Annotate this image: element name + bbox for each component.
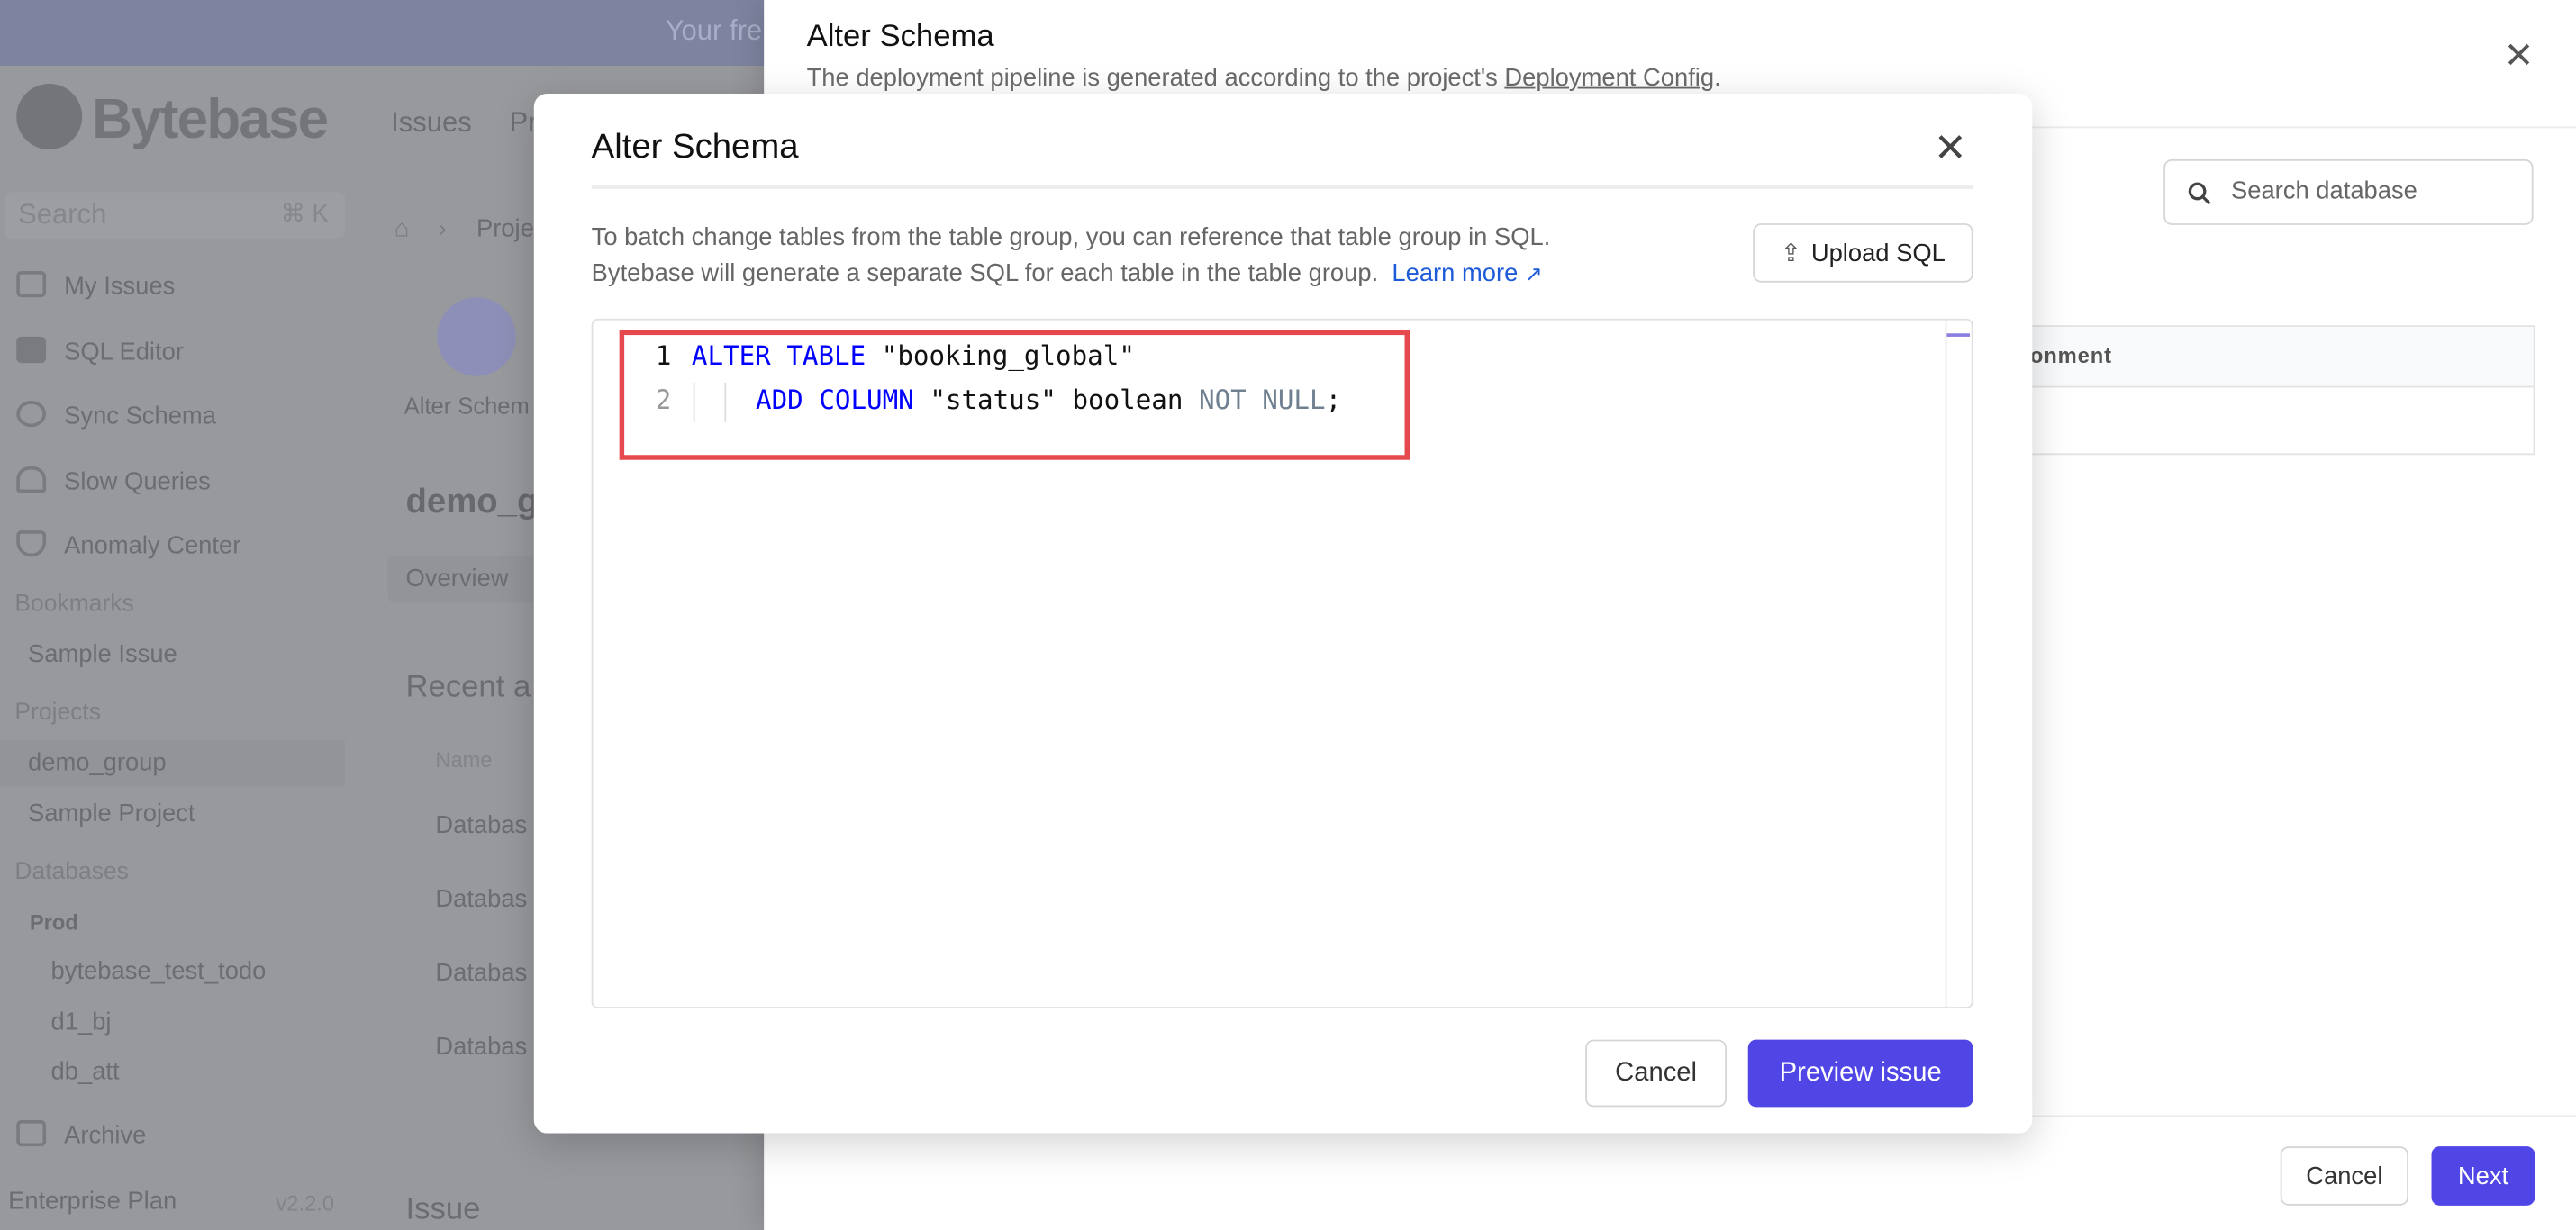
project-title: demo_g [405, 483, 539, 521]
drawer-close-icon[interactable]: ✕ [2504, 34, 2535, 77]
label: SQL Editor [64, 338, 184, 366]
search-icon [2188, 182, 2211, 205]
alter-schema-modal: Alter Schema ✕ To batch change tables fr… [533, 93, 2033, 1134]
sidebar-item-archive[interactable]: Archive [16, 1120, 147, 1150]
archive-icon [16, 1120, 47, 1147]
sidebar-item-my-issues[interactable]: My Issues [16, 271, 176, 301]
sql-text: "booking_global" [866, 339, 1135, 372]
table-row[interactable]: Databas [435, 959, 527, 987]
table-row[interactable]: Databas [435, 811, 527, 839]
tab-label: Overview [405, 565, 509, 593]
line-number: 2 [655, 384, 672, 416]
description-line: Bytebase will generate a separate SQL fo… [592, 257, 1551, 293]
home-icon [16, 271, 47, 298]
sql-text: ; [1325, 384, 1342, 416]
sql-keyword: ALTER TABLE [691, 339, 866, 372]
drawer-subtitle: The deployment pipeline is generated acc… [807, 64, 1721, 92]
upload-icon: ⇪ [1780, 240, 1801, 268]
line-number: 1 [655, 339, 672, 372]
quick-action-label[interactable]: Alter Schem [404, 393, 530, 419]
database-item[interactable]: d1_bj [51, 1008, 112, 1036]
sidebar-item-sql-editor[interactable]: SQL Editor [16, 336, 184, 366]
code-line-2: ADD COLUMN "status" boolean NOT NULL; [756, 384, 1341, 416]
editor-scroll-marker [1946, 333, 1970, 337]
shield-icon [16, 530, 47, 557]
label: Sync Schema [64, 402, 216, 430]
sql-text: "status" boolean [913, 384, 1200, 416]
learn-more-link[interactable]: Learn more ↗ [1392, 259, 1542, 287]
bytebase-logo-icon [16, 84, 83, 150]
terminal-icon [16, 336, 47, 364]
chevron-right-icon: › [439, 214, 447, 242]
preview-issue-button[interactable]: Preview issue [1747, 1039, 1973, 1108]
drawer-cancel-button[interactable]: Cancel [2280, 1146, 2408, 1206]
search-shortcut: ⌘ K [280, 200, 329, 229]
deployment-config-link[interactable]: Deployment Config [1504, 64, 1714, 92]
bytebase-logo[interactable]: Bytebase [16, 84, 329, 156]
nav-projects[interactable]: Pr [509, 107, 537, 140]
sql-editor[interactable]: 1 2 ALTER TABLE "booking_global" ADD COL… [591, 318, 1973, 1008]
code-line-1: ALTER TABLE "booking_global" [692, 340, 1135, 372]
table-header-name: Name [435, 746, 493, 773]
turtle-icon [16, 466, 47, 493]
sidebar-item-sync-schema[interactable]: Sync Schema [16, 401, 216, 430]
database-item[interactable]: bytebase_test_todo [51, 957, 267, 985]
label: Anomaly Center [64, 531, 241, 560]
modal-divider [591, 185, 1973, 189]
subtitle-text: The deployment pipeline is generated acc… [806, 64, 1505, 93]
sql-constraint: NOT NULL [1199, 384, 1326, 416]
modal-description: To batch change tables from the table gr… [592, 220, 1551, 292]
issue-heading: Issue [405, 1192, 481, 1227]
environment-label: Prod [29, 909, 78, 935]
edit-icon[interactable] [437, 297, 516, 376]
tab-overview[interactable]: Overview [387, 555, 552, 603]
sidebar-item-slow-queries[interactable]: Slow Queries [16, 466, 211, 496]
modal-cancel-button[interactable]: Cancel [1585, 1039, 1728, 1108]
description-text: Bytebase will generate a separate SQL fo… [591, 259, 1379, 288]
version-label: v2.2.0 [276, 1190, 335, 1216]
sidebar-search[interactable]: Search ⌘ K [5, 192, 346, 239]
next-button[interactable]: Next [2431, 1146, 2535, 1206]
sidebar-item-anomaly-center[interactable]: Anomaly Center [16, 530, 241, 560]
subtitle-suffix: . [1714, 64, 1721, 93]
table-row[interactable]: Databas [435, 885, 527, 913]
label: Slow Queries [64, 467, 211, 496]
upload-sql-button[interactable]: ⇪ Upload SQL [1753, 223, 1973, 283]
databases-heading: Databases [14, 858, 129, 886]
label: Archive [64, 1121, 147, 1150]
bookmarks-heading: Bookmarks [14, 591, 134, 618]
sql-keyword: ADD COLUMN [756, 384, 914, 416]
bookmark-item[interactable]: Sample Issue [28, 640, 177, 668]
table-row[interactable]: Databas [435, 1033, 527, 1061]
editor-scrollbar-track[interactable] [1945, 320, 1947, 1008]
modal-title: Alter Schema [591, 128, 799, 167]
modal-close-icon[interactable]: ✕ [1934, 125, 1967, 173]
banner-text: Your fre [665, 14, 763, 47]
project-item-sample-project[interactable]: Sample Project [28, 800, 195, 828]
home-icon[interactable]: ⌂ [395, 215, 410, 243]
sync-icon [16, 401, 47, 428]
learn-more-text[interactable]: Learn more [1392, 259, 1518, 287]
search-database-input[interactable]: Search database [2163, 158, 2534, 225]
plan-label: Enterprise Plan [8, 1187, 177, 1216]
database-item[interactable]: db_att [51, 1058, 120, 1086]
description-line: To batch change tables from the table gr… [591, 223, 1551, 252]
logo-text: Bytebase [92, 88, 329, 151]
search-placeholder: Search [18, 198, 107, 231]
drawer-title: Alter Schema [806, 19, 994, 55]
label: My Issues [64, 272, 176, 301]
indent-guide [693, 382, 695, 422]
project-item-demo-group[interactable]: demo_group [28, 749, 167, 777]
nav-issues[interactable]: Issues [391, 107, 472, 140]
upload-label: Upload SQL [1810, 239, 1946, 267]
recent-heading: Recent a [405, 670, 531, 705]
projects-heading: Projects [14, 700, 101, 727]
breadcrumb[interactable]: Proje [476, 215, 534, 243]
search-placeholder: Search database [2230, 176, 2417, 205]
external-link-icon: ↗ [1524, 261, 1543, 286]
indent-guide [724, 382, 727, 422]
